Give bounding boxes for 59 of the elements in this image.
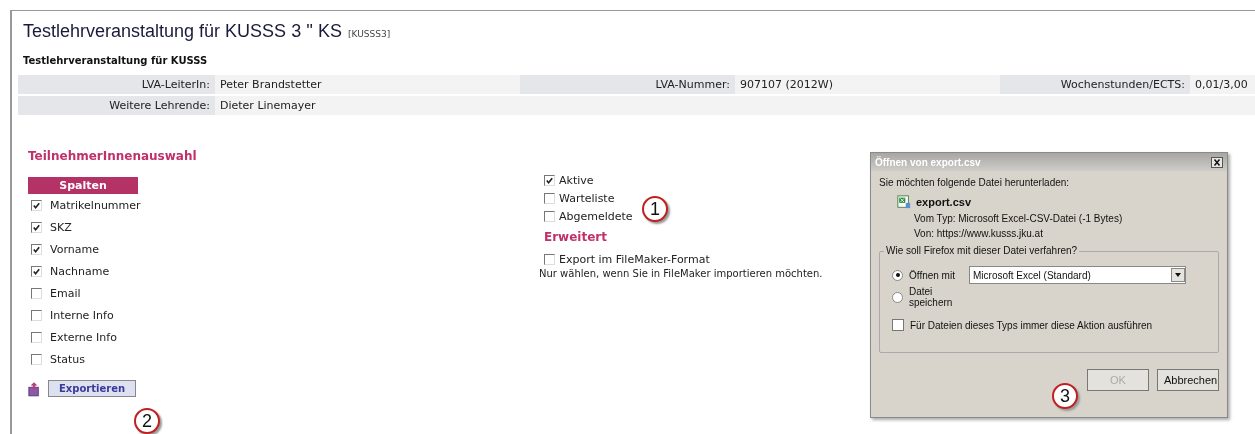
- checkbox-label: Abgemeldete: [559, 209, 633, 223]
- dialog-title: Öffnen von export.csv: [875, 156, 981, 168]
- group-label: Wie soll Firefox mit dieser Datei verfahren?: [884, 245, 1080, 256]
- radio-button[interactable]: [892, 291, 903, 303]
- checkbox[interactable]: [544, 210, 555, 222]
- dialog-text: Sie möchten folgende Datei herunterladen:: [879, 177, 1071, 188]
- radio-button[interactable]: [892, 269, 903, 281]
- info-value: 907107 (2012W): [735, 75, 1000, 94]
- checkbox-label: Status: [50, 352, 86, 366]
- checkbox-label: Für Dateien dieses Typs immer diese Aktion ausführen: [910, 319, 1153, 331]
- course-code: [KUSSS3]: [348, 29, 391, 39]
- checkbox[interactable]: [31, 265, 42, 277]
- file-source: Von: https://www.kusss.jku.at: [914, 228, 1044, 239]
- callout-number: 1: [642, 196, 668, 222]
- file-type: Vom Typ: Microsoft Excel-CSV-Datei (-1 Bytes): [914, 213, 1124, 224]
- radio-label: Datei speichern: [909, 286, 954, 308]
- columns-header: Spalten: [28, 177, 138, 194]
- checkbox[interactable]: [31, 353, 42, 365]
- checkbox-label: Export im FileMaker-Format: [559, 252, 710, 266]
- checkbox[interactable]: [544, 192, 555, 204]
- info-label: Weitere Lehrende:: [18, 96, 215, 115]
- file-name: export.csv: [916, 196, 972, 208]
- info-label: LVA-LeiterIn:: [18, 75, 215, 94]
- checkbox[interactable]: [544, 174, 555, 186]
- callout-number: 2: [134, 408, 160, 434]
- upload-icon: [28, 380, 40, 397]
- export-button[interactable]: Exportieren: [48, 380, 137, 397]
- checkbox-label: Email: [50, 286, 81, 300]
- checkbox[interactable]: [31, 331, 42, 343]
- application-dropdown[interactable]: Microsoft Excel (Standard): [969, 266, 1186, 284]
- info-value: 0,01/3,00: [1190, 75, 1255, 94]
- checkbox-label: Aktive: [559, 173, 594, 187]
- checkbox-label: SKZ: [50, 220, 72, 234]
- checkbox[interactable]: [31, 221, 42, 233]
- dialog-button[interactable]: Abbrechen: [1157, 369, 1219, 391]
- checkbox-label: Externe Info: [50, 330, 117, 344]
- checkbox[interactable]: [892, 319, 904, 331]
- info-value: Peter Brandstetter: [215, 75, 520, 94]
- section-heading: Erweitert: [544, 230, 608, 244]
- checkbox[interactable]: [31, 309, 42, 321]
- radio-label: Öffnen mit: [909, 269, 956, 281]
- checkbox-label: Vorname: [50, 242, 99, 256]
- checkbox[interactable]: [31, 199, 42, 211]
- info-label: LVA-Nummer:: [520, 75, 735, 94]
- checkbox[interactable]: [544, 253, 555, 265]
- checkbox-label: Nachname: [50, 264, 110, 278]
- spreadsheet-file-icon: [897, 195, 911, 209]
- close-icon[interactable]: [1211, 156, 1223, 168]
- hint-text: Nur wählen, wenn Sie in FileMaker importieren möchten.: [539, 268, 823, 279]
- course-subtitle: Testlehrveranstaltung für KUSSS: [22, 54, 209, 66]
- checkbox[interactable]: [31, 243, 42, 255]
- checkbox-label: Warteliste: [559, 191, 615, 205]
- page-title: Testlehrveranstaltung für KUSSS 3 '' KS: [23, 21, 343, 42]
- checkbox[interactable]: [31, 287, 42, 299]
- info-label: Wochenstunden/ECTS:: [1000, 75, 1190, 94]
- section-heading: TeilnehmerInnenauswahl: [28, 149, 198, 163]
- checkbox-label: Matrikelnummer: [50, 198, 141, 212]
- checkbox-label: Interne Info: [50, 308, 114, 322]
- info-value: Dieter Linemayer: [215, 96, 1255, 115]
